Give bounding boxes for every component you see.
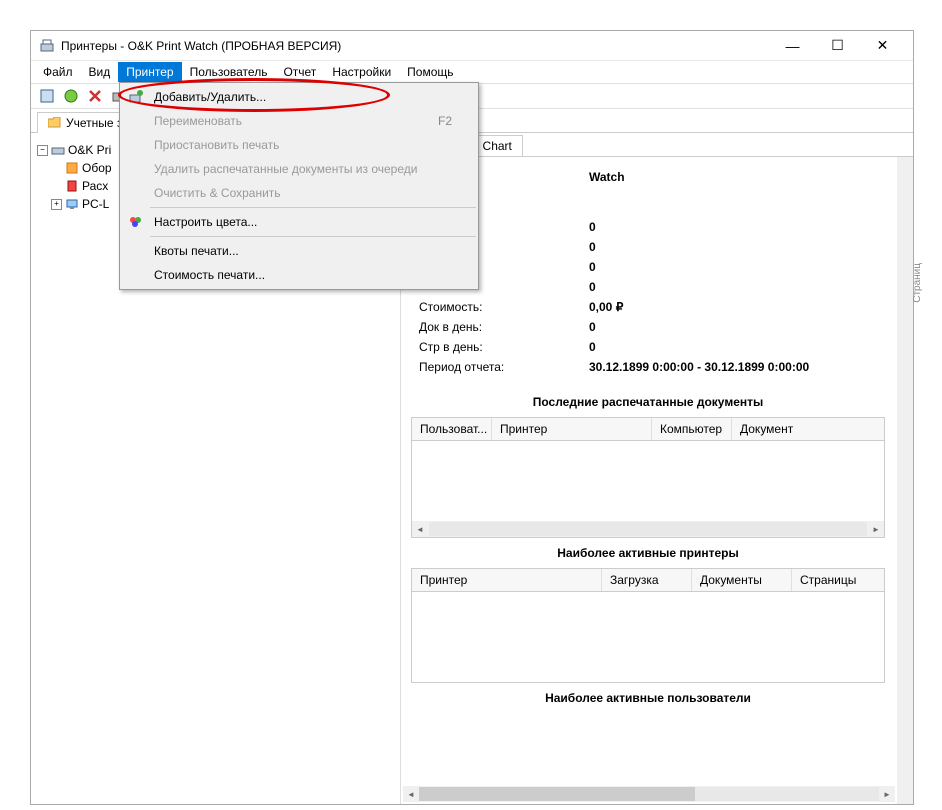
menu-colors[interactable]: Настроить цвета... (122, 210, 476, 234)
menu-rename[interactable]: Переименовать F2 (122, 109, 476, 133)
menu-separator (150, 236, 476, 237)
menu-settings[interactable]: Настройки (324, 62, 399, 82)
menu-label: Добавить/Удалить... (154, 90, 452, 104)
grid-body (412, 441, 884, 521)
tree-root-label: O&K Pri (68, 143, 111, 157)
window-title: Принтеры - O&K Print Watch (ПРОБНАЯ ВЕРС… (61, 39, 770, 53)
scroll-track[interactable] (419, 787, 879, 801)
grid-active-printers: Принтер Загрузка Документы Страницы (411, 568, 885, 683)
maximize-button[interactable]: ☐ (815, 32, 860, 60)
grid-hscroll[interactable]: ◄ ► (412, 521, 884, 537)
menu-label: Удалить распечатанные документы из очере… (154, 162, 452, 176)
scroll-track[interactable] (429, 522, 867, 536)
tree-label: Обор (82, 161, 112, 175)
menu-shortcut: F2 (438, 114, 452, 128)
scroll-right-icon[interactable]: ► (868, 521, 884, 537)
grid-recent-docs: Пользоват... Принтер Компьютер Документ … (411, 417, 885, 538)
colors-icon (126, 212, 146, 232)
summary-value: 0,00 ₽ (589, 300, 623, 314)
summary-label-cost: Стоимость: (419, 300, 589, 314)
col-docs[interactable]: Документы (692, 569, 792, 591)
scroll-thumb[interactable] (419, 787, 695, 801)
toolbar-btn-3[interactable] (85, 86, 105, 106)
col-printer[interactable]: Принтер (492, 418, 652, 440)
menu-file[interactable]: Файл (35, 62, 81, 82)
menu-add-remove[interactable]: Добавить/Удалить... (122, 85, 476, 109)
summary-label-period: Период отчета: (419, 360, 589, 374)
menu-label: Переименовать (154, 114, 430, 128)
section-title-users: Наиболее активные пользователи (401, 683, 895, 713)
minimize-button[interactable]: — (770, 32, 815, 60)
tree-label: Расх (82, 179, 108, 193)
col-user[interactable]: Пользоват... (412, 418, 492, 440)
equipment-icon (65, 161, 79, 175)
blank-icon (126, 159, 146, 179)
col-printer[interactable]: Принтер (412, 569, 602, 591)
col-pages[interactable]: Страницы (792, 569, 884, 591)
grid-header: Пользоват... Принтер Компьютер Документ (412, 418, 884, 441)
toolbar-btn-1[interactable] (37, 86, 57, 106)
grid-body (412, 592, 884, 682)
blank-icon (126, 183, 146, 203)
supplies-icon (65, 179, 79, 193)
printer-menu-dropdown: Добавить/Удалить... Переименовать F2 При… (119, 82, 479, 290)
caption-partial: Watch (589, 170, 625, 184)
pc-icon (65, 197, 79, 211)
app-icon (39, 38, 55, 54)
blank-icon (126, 135, 146, 155)
folder-icon (48, 117, 62, 129)
summary-value: 0 (589, 280, 596, 294)
col-document[interactable]: Документ (732, 418, 884, 440)
menu-clear-save[interactable]: Очистить & Сохранить (122, 181, 476, 205)
blank-icon (126, 241, 146, 261)
subtab-chart[interactable]: Chart (472, 135, 523, 156)
menu-label: Очистить & Сохранить (154, 186, 452, 200)
col-computer[interactable]: Компьютер (652, 418, 732, 440)
menubar: Файл Вид Принтер Пользователь Отчет Наст… (31, 61, 913, 83)
blank-icon (126, 265, 146, 285)
blank-icon (126, 111, 146, 131)
menu-help[interactable]: Помощь (399, 62, 461, 82)
tree-label: PC-L (82, 197, 109, 211)
close-button[interactable]: ✕ (860, 32, 905, 60)
menu-printer[interactable]: Принтер (118, 62, 181, 82)
expand-icon[interactable]: + (51, 199, 62, 210)
menu-label: Стоимость печати... (154, 268, 452, 282)
window-controls: — ☐ ✕ (770, 32, 905, 60)
scroll-left-icon[interactable]: ◄ (403, 786, 419, 802)
bottom-hscroll[interactable]: ◄ ► (403, 786, 895, 802)
menu-cost[interactable]: Стоимость печати... (122, 263, 476, 287)
menu-separator (150, 207, 476, 208)
summary-label-docperday: Док в день: (419, 320, 589, 334)
menu-user[interactable]: Пользователь (182, 62, 276, 82)
grid-header: Принтер Загрузка Документы Страницы (412, 569, 884, 592)
summary-value: 0 (589, 240, 596, 254)
menu-pause[interactable]: Приостановить печать (122, 133, 476, 157)
summary-value: 0 (589, 260, 596, 274)
section-title-printers: Наиболее активные принтеры (401, 538, 895, 568)
menu-delete-printed[interactable]: Удалить распечатанные документы из очере… (122, 157, 476, 181)
menu-view[interactable]: Вид (81, 62, 119, 82)
summary-value: 0 (589, 320, 596, 334)
collapse-icon[interactable]: − (37, 145, 48, 156)
section-title-recent: Последние распечатанные документы (401, 387, 895, 417)
summary-value: 30.12.1899 0:00:00 - 30.12.1899 0:00:00 (589, 360, 809, 374)
summary-value: 0 (589, 220, 596, 234)
scroll-right-icon[interactable]: ► (879, 786, 895, 802)
col-load[interactable]: Загрузка (602, 569, 692, 591)
menu-report[interactable]: Отчет (275, 62, 324, 82)
summary-value: 0 (589, 340, 596, 354)
add-remove-icon (126, 87, 146, 107)
toolbar-btn-2[interactable] (61, 86, 81, 106)
vertical-scrollbar[interactable] (897, 157, 913, 804)
menu-label: Приостановить печать (154, 138, 452, 152)
vscroll-label: Страниц (912, 263, 923, 303)
scroll-left-icon[interactable]: ◄ (412, 521, 428, 537)
printer-icon (51, 143, 65, 157)
menu-label: Квоты печати... (154, 244, 452, 258)
titlebar: Принтеры - O&K Print Watch (ПРОБНАЯ ВЕРС… (31, 31, 913, 61)
summary-label-pageperday: Стр в день: (419, 340, 589, 354)
menu-label: Настроить цвета... (154, 215, 452, 229)
menu-quotas[interactable]: Квоты печати... (122, 239, 476, 263)
